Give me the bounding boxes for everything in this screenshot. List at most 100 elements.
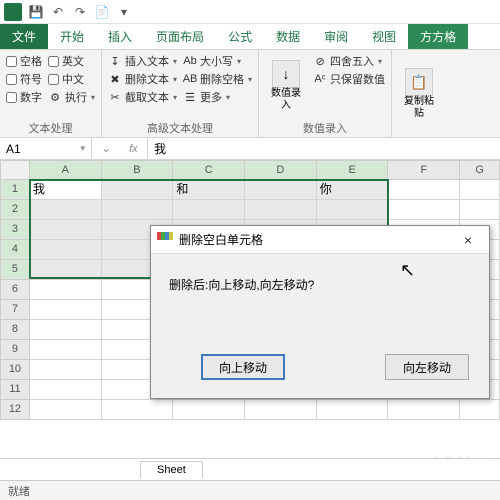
move-up-button[interactable]: 向上移动 <box>201 354 285 380</box>
cell[interactable] <box>30 220 102 240</box>
row-header[interactable]: 2 <box>0 200 30 220</box>
cell[interactable] <box>317 200 389 220</box>
cell[interactable] <box>173 200 245 220</box>
cell[interactable] <box>30 400 102 420</box>
tab-file[interactable]: 文件 <box>0 24 48 49</box>
col-header[interactable]: G <box>460 160 500 180</box>
cell[interactable] <box>460 200 500 220</box>
row-header[interactable]: 12 <box>0 400 30 420</box>
cell[interactable] <box>388 400 460 420</box>
row-header[interactable]: 3 <box>0 220 30 240</box>
close-button[interactable]: × <box>453 232 483 248</box>
cell[interactable] <box>102 400 174 420</box>
cell[interactable] <box>245 180 317 200</box>
chk-english[interactable]: 英文 <box>48 53 95 69</box>
cell[interactable] <box>173 400 245 420</box>
col-header[interactable]: F <box>388 160 460 180</box>
col-header[interactable]: C <box>173 160 245 180</box>
cell[interactable]: 我 <box>30 180 102 200</box>
cell[interactable] <box>317 400 389 420</box>
cell[interactable] <box>30 280 102 300</box>
col-header[interactable]: A <box>30 160 102 180</box>
tab-addon-active[interactable]: 方方格 <box>408 24 468 49</box>
case-button[interactable]: Ab大小写▾ <box>183 53 252 69</box>
more-icon: ☰ <box>183 90 197 104</box>
row-header[interactable]: 7 <box>0 300 30 320</box>
delete-blank-button[interactable]: AB删除空格▾ <box>183 71 252 87</box>
cell[interactable] <box>30 300 102 320</box>
chk-blank[interactable]: 空格 <box>6 53 42 69</box>
insert-text-button[interactable]: ↧插入文本▾ <box>108 53 177 69</box>
save-button[interactable]: 💾 <box>26 3 46 21</box>
cell[interactable] <box>30 340 102 360</box>
delete-icon: ✖ <box>108 72 122 86</box>
ribbon-group-text: 空格 符号 数字 英文 中文 ⚙执行▾ 文本处理 <box>0 50 102 137</box>
dialog-titlebar[interactable]: 删除空白单元格 × <box>151 226 489 254</box>
group-label-advtext: 高级文本处理 <box>108 119 252 136</box>
cell[interactable] <box>460 400 500 420</box>
move-left-button[interactable]: 向左移动 <box>385 354 469 380</box>
cell[interactable] <box>460 180 500 200</box>
col-header[interactable]: D <box>245 160 317 180</box>
row-header[interactable]: 1 <box>0 180 30 200</box>
tab-formula[interactable]: 公式 <box>216 24 264 49</box>
cell[interactable]: 和 <box>173 180 245 200</box>
cell[interactable] <box>245 400 317 420</box>
row-header[interactable]: 11 <box>0 380 30 400</box>
chk-chinese[interactable]: 中文 <box>48 71 95 87</box>
more-button[interactable]: ☰更多▾ <box>183 89 252 105</box>
cell[interactable] <box>30 360 102 380</box>
row-header[interactable]: 6 <box>0 280 30 300</box>
cut-icon: ✂ <box>108 90 122 104</box>
cell[interactable] <box>30 240 102 260</box>
copy-paste-button[interactable]: 📋 复制粘 贴 <box>398 53 440 135</box>
row-header[interactable]: 10 <box>0 360 30 380</box>
ribbon-group-advtext: ↧插入文本▾ ✖删除文本▾ ✂截取文本▾ Ab大小写▾ AB删除空格▾ ☰更多▾… <box>102 50 259 137</box>
cell[interactable] <box>245 200 317 220</box>
col-header[interactable]: B <box>102 160 174 180</box>
tab-home[interactable]: 开始 <box>48 24 96 49</box>
delete-text-button[interactable]: ✖删除文本▾ <box>108 71 177 87</box>
cell[interactable] <box>30 320 102 340</box>
redo-button[interactable]: ↷ <box>70 3 90 21</box>
tab-layout[interactable]: 页面布局 <box>144 24 216 49</box>
cell[interactable] <box>30 380 102 400</box>
cell[interactable]: 你 <box>317 180 389 200</box>
cell[interactable] <box>30 200 102 220</box>
keep-number-button[interactable]: Aᶜ只保留数值 <box>313 71 385 87</box>
execute-button[interactable]: ⚙执行▾ <box>48 89 95 105</box>
row-header[interactable]: 4 <box>0 240 30 260</box>
cell[interactable] <box>102 180 174 200</box>
formula-input[interactable]: 我 <box>148 138 500 159</box>
cell[interactable] <box>30 260 102 280</box>
round-button[interactable]: ⊘四舍五入▾ <box>313 53 385 69</box>
numeric-input-button[interactable]: ↓ 数值录 入 <box>265 53 307 119</box>
clipboard-icon: 📋 <box>405 68 433 96</box>
name-box[interactable]: A1▾ <box>0 138 92 159</box>
tab-review[interactable]: 审阅 <box>312 24 360 49</box>
sheet-tab[interactable]: Sheet <box>140 461 203 478</box>
row-header[interactable]: 9 <box>0 340 30 360</box>
chk-number[interactable]: 数字 <box>6 89 42 105</box>
col-header[interactable]: E <box>317 160 389 180</box>
row-header[interactable]: 8 <box>0 320 30 340</box>
keep-icon: Aᶜ <box>313 72 327 86</box>
cell[interactable] <box>388 180 460 200</box>
formula-bar: A1▾ ⌄fx 我 <box>0 138 500 160</box>
cell[interactable] <box>102 200 174 220</box>
row-header[interactable]: 5 <box>0 260 30 280</box>
select-all-corner[interactable] <box>0 160 30 180</box>
fx-buttons[interactable]: ⌄fx <box>92 138 148 159</box>
tab-insert[interactable]: 插入 <box>96 24 144 49</box>
group-label-text: 文本处理 <box>6 119 95 136</box>
qat-customize[interactable]: ▾ <box>114 3 134 21</box>
quick-access-toolbar: 💾 ↶ ↷ 📄 ▾ <box>26 3 134 21</box>
cell[interactable] <box>388 200 460 220</box>
chk-symbol[interactable]: 符号 <box>6 71 42 87</box>
tab-data[interactable]: 数据 <box>264 24 312 49</box>
open-button[interactable]: 📄 <box>92 3 112 21</box>
undo-button[interactable]: ↶ <box>48 3 68 21</box>
delete-blank-dialog: 删除空白单元格 × 删除后:向上移动,向左移动? 向上移动 向左移动 <box>150 225 490 399</box>
tab-view[interactable]: 视图 <box>360 24 408 49</box>
extract-text-button[interactable]: ✂截取文本▾ <box>108 89 177 105</box>
